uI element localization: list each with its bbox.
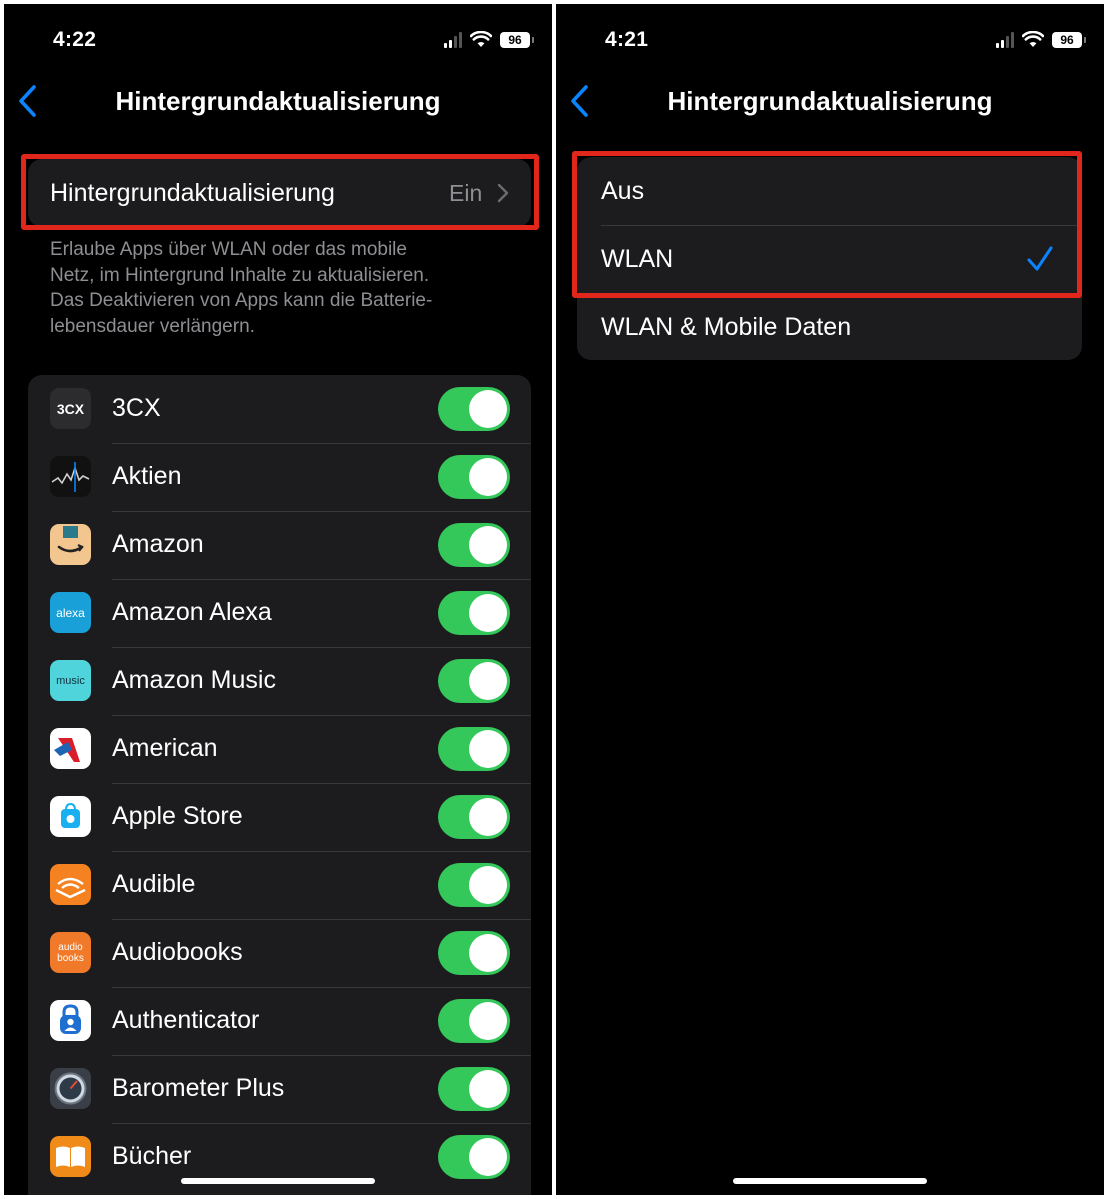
option-label: WLAN & Mobile Daten	[601, 313, 852, 341]
audiobooks-icon: audio books	[50, 932, 91, 973]
home-indicator	[733, 1178, 927, 1184]
app-row-apple-store[interactable]: Apple Store	[28, 783, 531, 851]
alexa-icon: alexa	[50, 592, 91, 633]
app-name: Barometer Plus	[112, 1074, 285, 1102]
amazon-icon	[50, 524, 91, 565]
toggle-barometer-plus[interactable]	[438, 1067, 510, 1111]
app-name: American	[112, 734, 218, 762]
authenticator-icon	[50, 1000, 91, 1041]
app-row-authenticator[interactable]: Authenticator	[28, 987, 531, 1055]
page-title: Hintergrundaktualisierung	[667, 86, 993, 116]
app-row-audible[interactable]: Audible	[28, 851, 531, 919]
toggle-apple-store[interactable]	[438, 795, 510, 839]
toggle-audiobooks[interactable]	[438, 931, 510, 975]
app-name: 3CX	[112, 394, 161, 422]
option-wlan-mobile-daten[interactable]: WLAN & Mobile Daten	[577, 293, 1080, 360]
app-name: Bücher	[112, 1142, 192, 1170]
toggle-3cx[interactable]	[438, 387, 510, 431]
app-row-amazon-music[interactable]: music Amazon Music	[28, 647, 531, 715]
cellular-signal-icon	[996, 31, 1014, 48]
status-time: 4:22	[53, 28, 97, 51]
books-icon	[50, 1136, 91, 1177]
app-row-3cx[interactable]: 3CX 3CX	[28, 375, 531, 443]
wifi-icon	[470, 31, 492, 47]
app-row-amazon[interactable]: Amazon	[28, 511, 531, 579]
app-name: Amazon Music	[112, 666, 276, 694]
toggle-amazon[interactable]	[438, 523, 510, 567]
status-icons: 96	[444, 31, 534, 48]
setting-description: Erlaube Apps über WLAN oder das mobile N…	[50, 239, 433, 337]
right-screen: 4:21 96 Hintergrundaktualisierung Aus WL…	[556, 4, 1104, 1195]
app-name: Amazon	[112, 530, 204, 558]
app-list: 3CX 3CX Aktien Amazon alexa Amazon Alexa…	[28, 375, 531, 1195]
audible-icon	[50, 864, 91, 905]
toggle-amazon-alexa[interactable]	[438, 591, 510, 635]
cellular-signal-icon	[444, 31, 462, 48]
app-name: Audible	[112, 870, 196, 898]
status-time: 4:21	[605, 28, 649, 51]
toggle-aktien[interactable]	[438, 455, 510, 499]
app-name: Apple Store	[112, 802, 243, 830]
page-title: Hintergrundaktualisierung	[115, 86, 441, 116]
apple-store-icon	[50, 796, 91, 837]
toggle-american[interactable]	[438, 727, 510, 771]
highlight-frame	[572, 151, 1082, 298]
wifi-icon	[1022, 31, 1044, 47]
left-screen: 4:22 96 Hintergrundaktualisierung Hinter…	[4, 4, 552, 1195]
app-row-barometer-plus[interactable]: Barometer Plus	[28, 1055, 531, 1123]
battery-icon: 96	[1052, 31, 1086, 48]
app-row-aktien[interactable]: Aktien	[28, 443, 531, 511]
app-name: Audiobooks	[112, 938, 243, 966]
toggle-amazon-music[interactable]	[438, 659, 510, 703]
stocks-icon	[50, 456, 91, 497]
app-row-amazon-alexa[interactable]: alexa Amazon Alexa	[28, 579, 531, 647]
app-row-american[interactable]: American	[28, 715, 531, 783]
3cx-icon: 3CX	[50, 388, 91, 429]
american-airlines-icon	[50, 728, 91, 769]
app-row-audiobooks[interactable]: audio books Audiobooks	[28, 919, 531, 987]
app-name: Amazon Alexa	[112, 598, 272, 626]
amazon-music-icon: music	[50, 660, 91, 701]
home-indicator	[181, 1178, 375, 1184]
app-name: Authenticator	[112, 1006, 260, 1034]
toggle-audible[interactable]	[438, 863, 510, 907]
status-icons: 96	[996, 31, 1086, 48]
battery-icon: 96	[500, 31, 534, 48]
toggle-buecher[interactable]	[438, 1135, 510, 1179]
barometer-icon	[50, 1068, 91, 1109]
app-name: Aktien	[112, 462, 182, 490]
toggle-authenticator[interactable]	[438, 999, 510, 1043]
highlight-frame	[21, 154, 539, 230]
